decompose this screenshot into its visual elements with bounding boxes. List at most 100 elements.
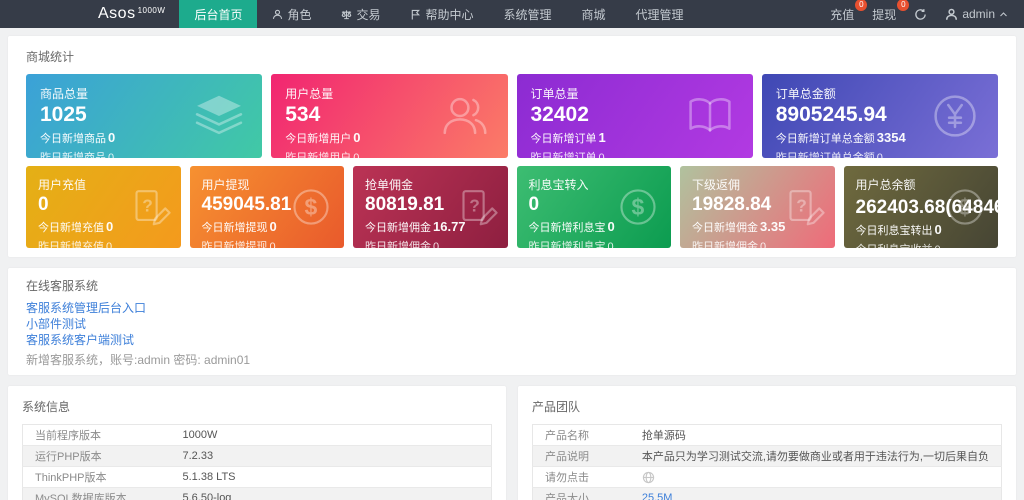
row-value: 本产品只为学习测试交流,请勿要做商业或者用于违法行为,一切后果自负 [630,446,1002,467]
card-line-yesterday: 昨日新增利息宝0 [529,238,660,248]
top-navbar: Asos1000W 后台首页 角色 交易 帮助中心 系统管理 商城 代理管理 充… [0,0,1024,28]
withdraw-label: 提现 [872,8,896,22]
menu-item-trade[interactable]: 交易 [326,0,395,28]
card-line-yesterday: 昨日新增订单总金额0 [776,149,984,158]
svg-text:$: $ [632,194,645,220]
page-content: 商城统计 商品总量 1025 今日新增商品0 昨日新增商品0 用户总量 534 … [0,28,1024,500]
row-value: 5.6.50-log [171,488,492,500]
username: admin [962,7,995,21]
row-value [630,467,1002,488]
menu-label: 角色 [287,6,311,23]
mall-stats-panel: 商城统计 商品总量 1025 今日新增商品0 昨日新增商品0 用户总量 534 … [8,36,1016,257]
navbar-right: 充值 0 提现 0 admin [830,0,1024,28]
row-label: 产品说明 [533,446,630,467]
menu-item-dashboard[interactable]: 后台首页 [179,0,257,28]
row-label: ThinkPHP版本 [23,467,171,488]
user-icon [272,9,283,20]
main-menu: 后台首页 角色 交易 帮助中心 系统管理 商城 代理管理 [179,0,698,28]
row-label: MySQL数据库版本 [23,488,171,500]
row-value: 1000W [171,425,492,446]
menu-label: 商城 [582,6,606,23]
table-row: 产品大小 25.5M [533,488,1002,500]
product-team-table: 产品名称 抢单源码 产品说明 本产品只为学习测试交流,请勿要做商业或者用于违法行… [532,424,1002,500]
menu-label: 后台首页 [194,6,242,23]
users-icon [438,89,492,143]
menu-item-agent-mgmt[interactable]: 代理管理 [621,0,699,28]
dollar-icon: $ [288,184,334,230]
card-line-yesterday: 昨日新增佣金0 [365,238,496,248]
service-panel-title: 在线客服系统 [26,277,998,294]
bottom-panels: 系统信息 当前程序版本 1000W 运行PHP版本 7.2.33 ThinkPH… [8,386,1016,500]
row-label: 运行PHP版本 [23,446,171,467]
table-row: ThinkPHP版本 5.1.38 LTS [23,467,492,488]
order-doc-icon: ? [125,184,171,230]
recharge-badge: 0 [855,0,867,11]
withdraw-button[interactable]: 提现 0 [872,6,896,23]
user-menu[interactable]: admin [945,7,1008,21]
svg-text:$: $ [305,194,318,220]
menu-item-help-center[interactable]: 帮助中心 [395,0,488,28]
table-row: 运行PHP版本 7.2.33 [23,446,492,467]
refresh-icon[interactable] [914,8,927,21]
stats-panel-title: 商城统计 [18,46,1006,74]
menu-item-system-mgmt[interactable]: 系统管理 [489,0,567,28]
layers-icon [192,89,246,143]
row-label: 产品大小 [533,488,630,500]
stat-card-user-recharge: 用户充值 0 今日新增充值0 昨日新增充值0 ? [26,166,181,248]
table-row: 当前程序版本 1000W [23,425,492,446]
person-icon [945,8,958,21]
menu-label: 代理管理 [636,6,684,23]
dollar-icon: $ [615,184,661,230]
row-value: 抢单源码 [630,425,1002,446]
stat-card-order-amount: 订单总金额 8905245.94 今日新增订单总金额3354 昨日新增订单总金额… [762,74,998,158]
table-row: 产品名称 抢单源码 [533,425,1002,446]
row-value: 5.1.38 LTS [171,467,492,488]
product-size-link[interactable]: 25.5M [642,492,673,500]
card-line-yesterday: 今日利息宝收益0 [856,241,987,248]
service-client-test-link[interactable]: 客服系统客户端测试 [26,332,998,348]
svg-text:$: $ [959,194,972,220]
service-admin-entry-link[interactable]: 客服系统管理后台入口 [26,300,998,316]
card-line-yesterday: 昨日新增佣金0 [692,238,823,248]
svg-text:?: ? [469,195,480,215]
online-service-panel: 在线客服系统 客服系统管理后台入口 小部件测试 客服系统客户端测试 新增客服系统… [8,268,1016,375]
stat-card-orders-total: 订单总量 32402 今日新增订单1 昨日新增订单0 [517,74,753,158]
row-label: 请勿点击 [533,467,630,488]
system-info-panel: 系统信息 当前程序版本 1000W 运行PHP版本 7.2.33 ThinkPH… [8,386,506,500]
withdraw-badge: 0 [897,0,909,11]
scales-icon [341,9,352,20]
widget-test-link[interactable]: 小部件测试 [26,316,998,332]
row-label: 产品名称 [533,425,630,446]
svg-text:?: ? [142,195,153,215]
row-label: 当前程序版本 [23,425,171,446]
recharge-label: 充值 [830,8,854,22]
flag-icon [410,9,421,20]
open-book-icon [683,89,737,143]
card-line-yesterday: 昨日新增用户0 [285,149,493,158]
menu-label: 系统管理 [504,6,552,23]
recharge-button[interactable]: 充值 0 [830,6,854,23]
stat-card-products-total: 商品总量 1025 今日新增商品0 昨日新增商品0 [26,74,262,158]
system-info-title: 系统信息 [22,398,492,415]
table-row: 请勿点击 [533,467,1002,488]
table-row: MySQL数据库版本 5.6.50-log [23,488,492,500]
menu-item-roles[interactable]: 角色 [257,0,326,28]
menu-label: 交易 [356,6,380,23]
order-doc-icon: ? [452,184,498,230]
row-value: 7.2.33 [171,446,492,467]
product-team-panel: 产品团队 产品名称 抢单源码 产品说明 本产品只为学习测试交流,请勿要做商业或者… [518,386,1016,500]
stat-card-users-total: 用户总量 534 今日新增用户0 昨日新增用户0 [271,74,507,158]
yen-icon [928,89,982,143]
card-line-yesterday: 昨日新增商品0 [40,149,248,158]
product-team-title: 产品团队 [532,398,1002,415]
menu-item-mall[interactable]: 商城 [567,0,621,28]
stat-card-user-withdraw: 用户提现 459045.81 今日新增提现0 昨日新增提现0 $ [190,166,345,248]
order-doc-icon: ? [779,184,825,230]
stat-card-sub-rebate: 下级返佣 19828.84 今日新增佣金3.35 昨日新增佣金0 ? [680,166,835,248]
globe-icon[interactable] [642,471,655,484]
stat-card-grab-commission: 抢单佣金 80819.81 今日新增佣金16.77 昨日新增佣金0 ? [353,166,508,248]
small-cards-row: 用户充值 0 今日新增充值0 昨日新增充值0 ? 用户提现 459045.81 … [18,166,1006,248]
menu-label: 帮助中心 [425,6,473,23]
logo-text: Asos [98,5,136,23]
stat-card-interest-in: 利息宝转入 0 今日新增利息宝0 昨日新增利息宝0 $ [517,166,672,248]
